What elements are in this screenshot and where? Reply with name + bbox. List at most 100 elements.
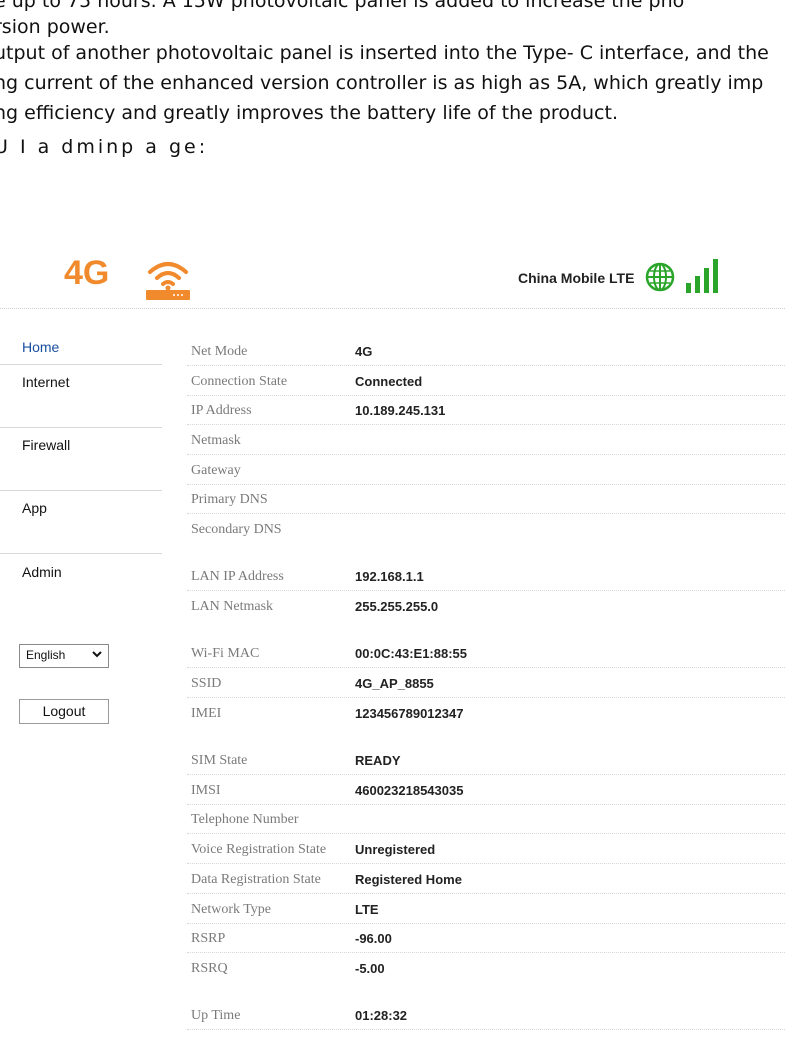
row-divider (187, 833, 785, 834)
row-label: SIM State (191, 753, 248, 768)
row-value: Connected (355, 374, 423, 389)
row-divider (187, 590, 785, 591)
row-value: 4G (355, 344, 373, 359)
sidebar-item-firewall[interactable]: Firewall (22, 437, 70, 453)
doc-text-line: rsion power. (0, 16, 110, 38)
status-row-connection-state: Connection State Connected (187, 372, 785, 396)
status-row-gateway: Gateway (187, 461, 785, 485)
header-divider (0, 308, 785, 309)
sidebar-item-admin[interactable]: Admin (22, 564, 62, 580)
wifi-router-icon (146, 262, 190, 300)
row-label: Net Mode (191, 344, 248, 359)
row-label: Up Time (191, 1008, 241, 1023)
sidebar-item-home[interactable]: Home (22, 339, 59, 355)
status-row-net-mode: Net Mode 4G (187, 342, 785, 366)
row-label: Secondary DNS (191, 522, 282, 537)
row-divider (187, 454, 785, 455)
row-label: IP Address (191, 403, 252, 418)
status-row-up-time: Up Time 01:28:32 (187, 1006, 785, 1030)
status-row-wifi-mac: Wi-Fi MAC 00:0C:43:E1:88:55 (187, 644, 785, 668)
doc-text-line: ng current of the enhanced version contr… (0, 72, 764, 94)
row-value: -5.00 (355, 961, 385, 976)
sidebar-item-app[interactable]: App (22, 500, 47, 516)
row-divider (187, 774, 785, 775)
row-value: LTE (355, 902, 379, 917)
doc-text-line: ng efficiency and greatly improves the b… (0, 102, 618, 124)
row-label: RSRP (191, 931, 226, 946)
nav-divider (0, 553, 162, 554)
row-value: 01:28:32 (355, 1008, 408, 1023)
row-label: Telephone Number (191, 812, 299, 827)
doc-text-line: e up to 75 hours. A 15W photovoltaic pan… (0, 0, 685, 12)
row-value: READY (355, 753, 401, 768)
row-value: -96.00 (355, 931, 392, 946)
status-row-ip-address: IP Address 10.189.245.131 (187, 401, 785, 425)
nav-divider (0, 490, 162, 491)
status-row-primary-dns: Primary DNS (187, 490, 785, 514)
nav-divider (0, 364, 162, 365)
status-row-data-registration-state: Data Registration State Registered Home (187, 870, 785, 894)
status-row-lan-ip-address: LAN IP Address 192.168.1.1 (187, 567, 785, 591)
status-row-sim-state: SIM State READY (187, 751, 785, 775)
row-divider (187, 513, 785, 514)
status-row-imsi: IMSI 460023218543035 (187, 781, 785, 805)
row-divider (187, 923, 785, 924)
row-label: Primary DNS (191, 492, 268, 507)
sidebar-item-internet[interactable]: Internet (22, 374, 69, 390)
status-row-rsrp: RSRP -96.00 (187, 929, 785, 953)
status-row-voice-registration-state: Voice Registration State Unregistered (187, 840, 785, 864)
status-row-lan-netmask: LAN Netmask 255.255.255.0 (191, 597, 785, 621)
status-row-network-type: Network Type LTE (187, 900, 785, 924)
status-row-secondary-dns: Secondary DNS (191, 520, 785, 544)
row-value: 123456789012347 (355, 706, 464, 721)
logo-4g: 4G (64, 254, 110, 292)
row-label: Voice Registration State (191, 842, 327, 857)
nav-divider (0, 427, 162, 428)
row-divider (187, 863, 785, 864)
row-label: Gateway (191, 463, 241, 478)
row-divider (187, 484, 785, 485)
status-row-rsrq: RSRQ -5.00 (191, 959, 785, 983)
row-label: Wi-Fi MAC (191, 646, 260, 661)
doc-text-line: utput of another photovoltaic panel is i… (0, 42, 769, 64)
row-value: Registered Home (355, 872, 462, 887)
row-value: 10.189.245.131 (355, 403, 446, 418)
row-divider (187, 893, 785, 894)
row-divider (187, 424, 785, 425)
row-label: IMSI (191, 783, 221, 798)
language-select-value: English (26, 648, 66, 662)
row-divider (187, 395, 785, 396)
row-label: SSID (191, 676, 222, 691)
signal-bars-icon (686, 259, 718, 293)
logout-button[interactable]: Logout (19, 699, 109, 724)
language-select[interactable]: English (19, 644, 109, 668)
globe-icon (645, 262, 675, 292)
row-value: 255.255.255.0 (355, 599, 439, 614)
row-value: 460023218543035 (355, 783, 464, 798)
operator-name: China Mobile LTE (518, 270, 635, 286)
row-divider (187, 697, 785, 698)
row-label: RSRQ (191, 961, 228, 976)
row-divider (187, 1029, 785, 1030)
row-value: Unregistered (355, 842, 436, 857)
row-value: 4G_AP_8855 (355, 676, 434, 691)
row-label: Netmask (191, 433, 241, 448)
row-divider (187, 804, 785, 805)
row-value: 00:0C:43:E1:88:55 (355, 646, 468, 661)
row-label: IMEI (191, 706, 222, 721)
row-label: Data Registration State (191, 872, 321, 887)
chevron-down-icon (92, 651, 102, 658)
row-divider (187, 952, 785, 953)
row-label: LAN IP Address (191, 569, 284, 584)
row-label: LAN Netmask (191, 599, 274, 614)
row-divider (187, 365, 785, 366)
status-row-telephone-number: Telephone Number (187, 810, 785, 834)
status-row-netmask: Netmask (187, 431, 785, 455)
status-row-imei: IMEI 123456789012347 (191, 704, 785, 728)
row-label: Network Type (191, 902, 272, 917)
doc-text-line: U I a dminp a ge: (0, 136, 209, 158)
row-value: 192.168.1.1 (355, 569, 424, 584)
row-label: Connection State (191, 374, 288, 389)
row-divider (187, 667, 785, 668)
status-row-ssid: SSID 4G_AP_8855 (187, 674, 785, 698)
